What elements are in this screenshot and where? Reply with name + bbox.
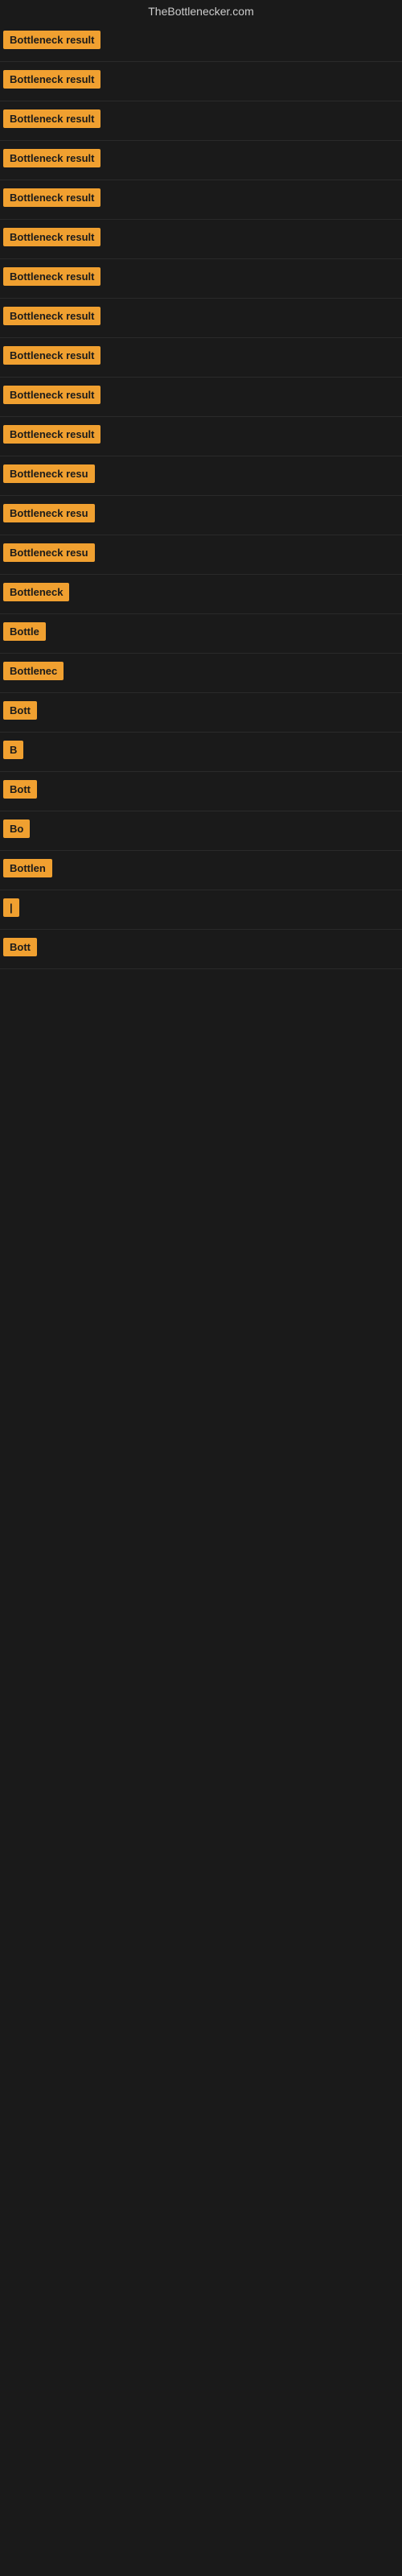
bottleneck-badge[interactable]: Bottleneck resu (3, 504, 95, 522)
result-row: Bottleneck (0, 575, 402, 614)
bottleneck-badge[interactable]: Bottlen (3, 859, 52, 877)
result-row: Bottleneck result (0, 101, 402, 141)
result-row: B (0, 733, 402, 772)
bottleneck-badge[interactable]: Bott (3, 701, 37, 720)
bottleneck-badge[interactable]: Bottleneck (3, 583, 69, 601)
result-row: Bottle (0, 614, 402, 654)
result-row: Bottleneck result (0, 62, 402, 101)
result-row: Bottleneck result (0, 338, 402, 378)
bottleneck-badge[interactable]: Bott (3, 938, 37, 956)
bottleneck-badge[interactable]: Bottleneck result (3, 386, 100, 404)
result-row: Bottlenec (0, 654, 402, 693)
bottleneck-badge[interactable]: Bott (3, 780, 37, 799)
result-row: Bottleneck result (0, 259, 402, 299)
site-header: TheBottlenecker.com (0, 0, 402, 23)
bottleneck-badge[interactable]: Bottleneck resu (3, 464, 95, 483)
site-title: TheBottlenecker.com (0, 0, 402, 23)
result-row: Bottleneck result (0, 220, 402, 259)
bottleneck-badge[interactable]: Bottleneck result (3, 31, 100, 49)
result-row: Bottleneck result (0, 141, 402, 180)
bottleneck-badge[interactable]: Bottleneck result (3, 307, 100, 325)
results-list: Bottleneck result Bottleneck result Bottle… (0, 23, 402, 969)
result-row: Bo (0, 811, 402, 851)
bottleneck-badge[interactable]: Bottleneck resu (3, 543, 95, 562)
bottleneck-badge[interactable]: | (3, 898, 19, 917)
bottleneck-badge[interactable]: Bottleneck result (3, 267, 100, 286)
bottleneck-badge[interactable]: Bottleneck result (3, 346, 100, 365)
bottleneck-badge[interactable]: Bottleneck result (3, 188, 100, 207)
result-row: | (0, 890, 402, 930)
bottleneck-badge[interactable]: Bottleneck result (3, 70, 100, 89)
result-row: Bottleneck result (0, 299, 402, 338)
result-row: Bottleneck resu (0, 535, 402, 575)
result-row: Bottleneck result (0, 23, 402, 62)
result-row: Bottleneck result (0, 180, 402, 220)
result-row: Bott (0, 772, 402, 811)
bottleneck-badge[interactable]: Bottle (3, 622, 46, 641)
result-row: Bott (0, 693, 402, 733)
bottleneck-badge[interactable]: Bottlenec (3, 662, 64, 680)
result-row: Bottleneck result (0, 378, 402, 417)
result-row: Bott (0, 930, 402, 969)
bottleneck-badge[interactable]: Bo (3, 819, 30, 838)
bottleneck-badge[interactable]: Bottleneck result (3, 109, 100, 128)
bottleneck-badge[interactable]: Bottleneck result (3, 228, 100, 246)
result-row: Bottleneck resu (0, 496, 402, 535)
bottleneck-badge[interactable]: Bottleneck result (3, 425, 100, 444)
result-row: Bottlen (0, 851, 402, 890)
bottleneck-badge[interactable]: Bottleneck result (3, 149, 100, 167)
result-row: Bottleneck resu (0, 456, 402, 496)
bottleneck-badge[interactable]: B (3, 741, 23, 759)
result-row: Bottleneck result (0, 417, 402, 456)
